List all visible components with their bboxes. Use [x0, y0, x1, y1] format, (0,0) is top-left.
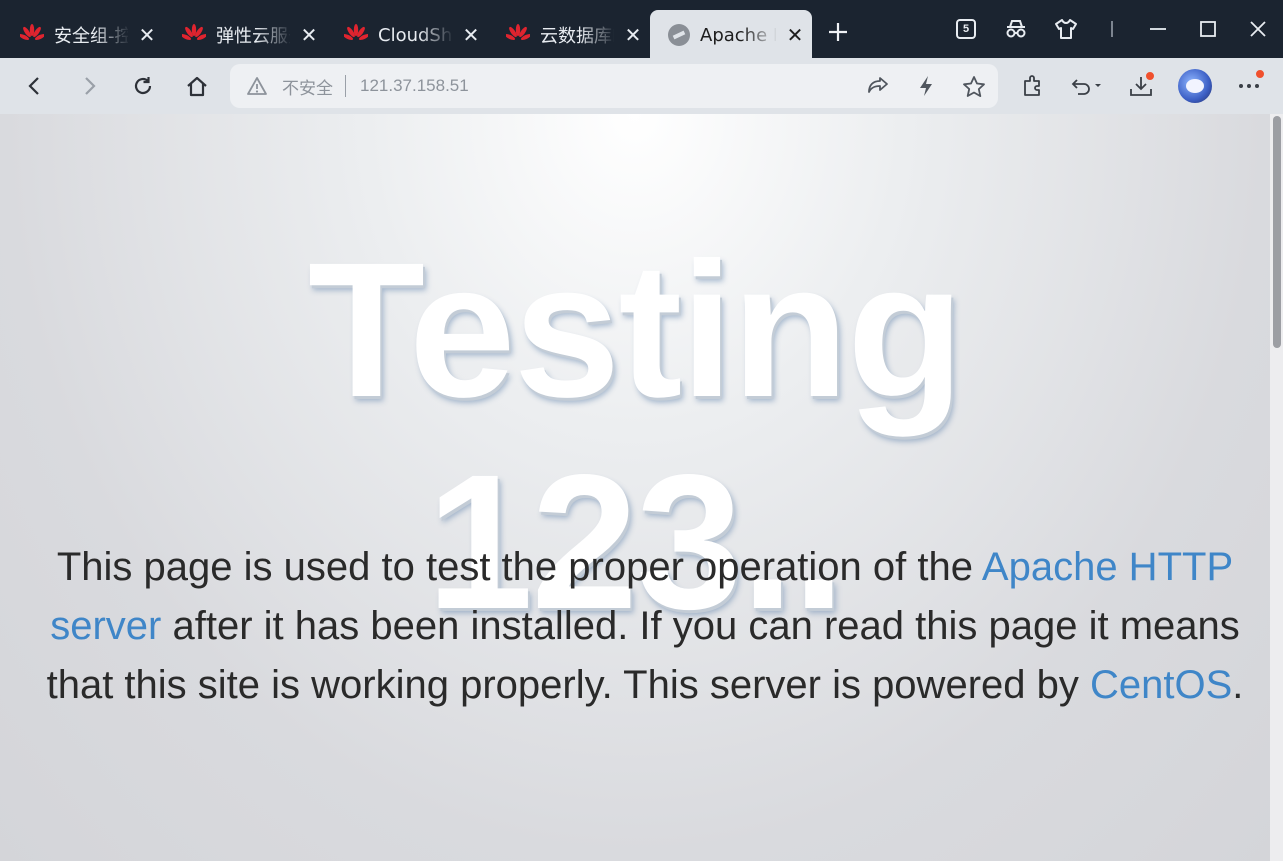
divider	[1111, 21, 1113, 37]
huawei-logo-icon	[506, 24, 530, 40]
tab-security-group[interactable]: 安全组-控 ✕	[2, 10, 164, 60]
chevron-left-icon	[28, 77, 39, 95]
maximize-button[interactable]	[1183, 7, 1233, 51]
home-button[interactable]	[170, 64, 224, 108]
huawei-logo-icon	[344, 24, 368, 40]
close-window-button[interactable]	[1233, 7, 1283, 51]
divider	[345, 75, 346, 97]
centos-link[interactable]: CentOS	[1090, 663, 1232, 707]
tab-apache[interactable]: Apache HTTP ✕	[650, 10, 812, 60]
close-tab-icon[interactable]: ✕	[782, 23, 808, 47]
share-icon	[868, 77, 888, 93]
lightning-icon	[920, 76, 932, 96]
tab-cloud-database[interactable]: 云数据库R ✕	[488, 10, 650, 60]
tab-bar: 安全组-控 ✕ 弹性云服务 ✕ CloudShell ✕ 云数据库R	[0, 0, 1283, 60]
minimize-button[interactable]	[1133, 7, 1183, 51]
tab-overview-button[interactable]: 5	[941, 7, 991, 51]
undo-close-button[interactable]	[1060, 64, 1114, 108]
tab-count-badge: 5	[956, 19, 976, 39]
page-viewport: Testing 123..	[0, 114, 1270, 861]
paragraph-text: .	[1232, 663, 1244, 707]
toolbar: 不安全 121.37.158.51	[0, 58, 1283, 114]
paragraph-text: after it has been installed. If you can …	[46, 604, 1240, 707]
speed-mode-button[interactable]	[902, 66, 950, 106]
close-tab-icon[interactable]: ✕	[458, 23, 484, 47]
vertical-scrollbar[interactable]	[1270, 114, 1283, 861]
close-tab-icon[interactable]: ✕	[134, 23, 160, 47]
close-tab-icon[interactable]: ✕	[620, 23, 646, 47]
scrollbar-thumb[interactable]	[1273, 116, 1281, 348]
page-title: Testing	[307, 222, 964, 437]
notification-dot	[1144, 70, 1156, 82]
notification-dot	[1254, 68, 1266, 80]
intro-paragraph: This page is used to test the proper ope…	[40, 538, 1250, 715]
undo-icon	[1071, 79, 1101, 95]
more-icon	[1239, 84, 1259, 88]
chevron-right-icon	[85, 77, 96, 95]
new-tab-button[interactable]	[816, 10, 860, 54]
profile-button[interactable]	[1168, 64, 1222, 108]
minimize-icon	[1150, 28, 1166, 30]
toolbar-extensions	[1006, 58, 1276, 114]
back-button[interactable]	[8, 64, 62, 108]
shirt-icon	[1055, 19, 1077, 39]
maximize-icon	[1200, 21, 1216, 37]
close-icon	[1250, 21, 1266, 37]
avatar	[1178, 69, 1212, 103]
huawei-logo-icon	[20, 24, 44, 40]
tab-cloudshell[interactable]: CloudShell ✕	[326, 10, 488, 60]
apache-logo-icon	[668, 24, 690, 46]
bookmark-button[interactable]	[950, 66, 998, 106]
extensions-button[interactable]	[1006, 64, 1060, 108]
forward-button[interactable]	[62, 64, 116, 108]
paragraph-text: This page is used to test the proper ope…	[56, 545, 973, 589]
window-controls: 5	[941, 0, 1283, 58]
tab-strip: 安全组-控 ✕ 弹性云服务 ✕ CloudShell ✕ 云数据库R	[0, 0, 812, 60]
url-text[interactable]: 121.37.158.51	[360, 76, 854, 96]
huawei-logo-icon	[182, 24, 206, 40]
address-bar[interactable]: 不安全 121.37.158.51	[230, 64, 998, 108]
incognito-button[interactable]	[991, 7, 1041, 51]
warning-icon[interactable]	[246, 75, 268, 97]
home-icon	[187, 76, 207, 97]
star-icon	[963, 76, 985, 97]
reload-icon	[134, 77, 152, 95]
menu-button[interactable]	[1222, 64, 1276, 108]
reload-button[interactable]	[116, 64, 170, 108]
tab-ecs[interactable]: 弹性云服务 ✕	[164, 10, 326, 60]
incognito-icon	[1006, 20, 1026, 38]
puzzle-icon	[1024, 75, 1040, 96]
close-tab-icon[interactable]: ✕	[296, 23, 322, 47]
plus-icon	[829, 23, 847, 41]
share-button[interactable]	[854, 66, 902, 106]
security-label[interactable]: 不安全	[282, 74, 333, 99]
downloads-button[interactable]	[1114, 64, 1168, 108]
skin-button[interactable]	[1041, 7, 1091, 51]
